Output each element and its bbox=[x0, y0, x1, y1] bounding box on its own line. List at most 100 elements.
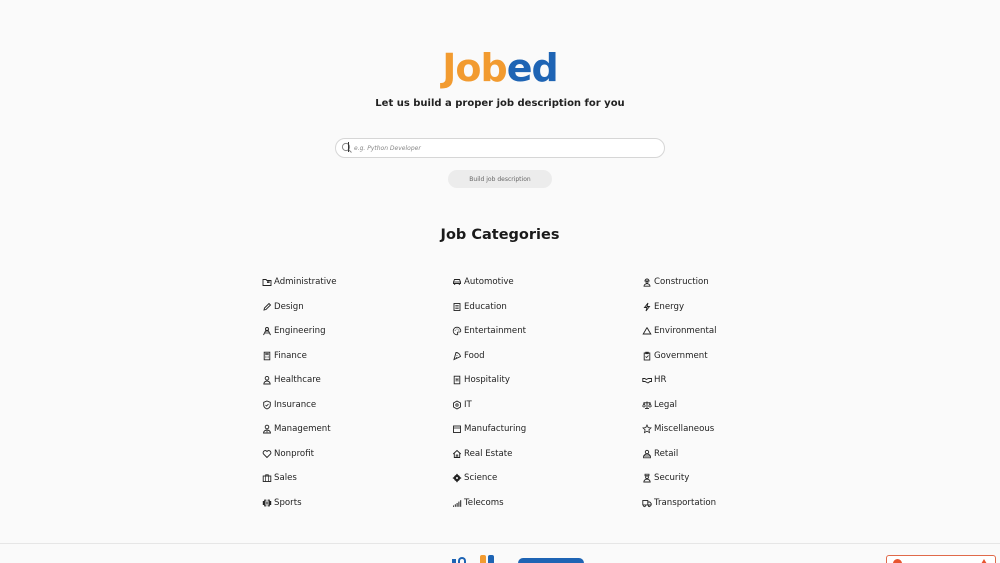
category-finance[interactable]: Finance bbox=[262, 348, 452, 364]
job-title-input[interactable] bbox=[354, 141, 654, 155]
category-label: Food bbox=[464, 350, 485, 361]
footer-logo-mark-b bbox=[458, 557, 466, 563]
folder-icon bbox=[262, 279, 272, 286]
category-energy[interactable]: Energy bbox=[642, 299, 792, 315]
category-label: Healthcare bbox=[274, 375, 321, 385]
footer-logo[interactable] bbox=[452, 555, 512, 563]
category-label: IT bbox=[464, 399, 472, 410]
food-icon bbox=[453, 351, 462, 360]
category-label: Energy bbox=[654, 301, 685, 312]
search-box[interactable] bbox=[335, 138, 665, 158]
category-sports[interactable]: Sports bbox=[262, 495, 452, 511]
category-transportation[interactable]: Transportation bbox=[642, 495, 792, 511]
category-label: Real Estate bbox=[464, 448, 513, 459]
bolt-icon bbox=[643, 302, 651, 311]
category-nonprofit[interactable]: Nonprofit bbox=[262, 446, 452, 462]
category-engineering[interactable]: Engineering bbox=[262, 323, 452, 339]
category-label: Sports bbox=[274, 497, 302, 508]
handshake-icon bbox=[642, 378, 652, 384]
tagline: Let us build a proper job description fo… bbox=[375, 98, 625, 109]
category-environmental[interactable]: Environmental bbox=[642, 323, 792, 339]
guard-icon bbox=[643, 473, 651, 483]
category-real-estate[interactable]: Real Estate bbox=[452, 446, 642, 462]
category-sales[interactable]: Sales bbox=[262, 470, 452, 486]
category-label: Security bbox=[654, 473, 690, 483]
logo-part-ed: ed bbox=[506, 46, 559, 90]
pencil-icon bbox=[263, 302, 272, 311]
category-label: Sales bbox=[274, 473, 297, 483]
category-security[interactable]: Security bbox=[642, 470, 792, 486]
footer-button[interactable] bbox=[518, 558, 584, 563]
category-label: Construction bbox=[654, 277, 709, 287]
shield-check-icon bbox=[263, 400, 271, 409]
category-label: Entertainment bbox=[464, 326, 527, 336]
factory-icon bbox=[453, 425, 461, 433]
svg-text:H: H bbox=[455, 377, 458, 382]
scale-icon bbox=[642, 401, 652, 409]
category-retail[interactable]: Retail bbox=[642, 446, 792, 462]
category-legal[interactable]: Legal bbox=[642, 397, 792, 413]
category-label: Government bbox=[654, 350, 708, 361]
house-icon bbox=[452, 449, 462, 458]
category-entertainment[interactable]: Entertainment bbox=[452, 323, 642, 339]
category-label: Administrative bbox=[274, 277, 337, 287]
category-it[interactable]: IT bbox=[452, 397, 642, 413]
category-label: Nonprofit bbox=[274, 448, 314, 459]
category-label: Insurance bbox=[274, 399, 317, 410]
category-telecoms[interactable]: Telecoms bbox=[452, 495, 642, 511]
category-label: Legal bbox=[654, 399, 678, 410]
category-label: Science bbox=[464, 473, 498, 483]
jobed-logo[interactable]: Jobed bbox=[0, 44, 1000, 92]
user-icon bbox=[263, 375, 271, 385]
category-label: Hospitality bbox=[464, 375, 510, 385]
engineer-icon bbox=[263, 327, 271, 336]
category-management[interactable]: Management bbox=[262, 421, 452, 437]
upvote-arrow-icon bbox=[981, 559, 987, 563]
category-education[interactable]: Education bbox=[452, 299, 642, 315]
truck-icon bbox=[642, 499, 652, 507]
recycle-icon bbox=[642, 327, 652, 335]
hexagon-icon bbox=[453, 399, 461, 410]
manager-icon bbox=[263, 424, 271, 434]
category-label: Automotive bbox=[464, 277, 514, 287]
category-hospitality[interactable]: H Hospitality bbox=[452, 372, 642, 388]
footer-divider bbox=[0, 543, 1000, 544]
category-label: Retail bbox=[654, 448, 679, 459]
logo-part-job: Job bbox=[442, 46, 507, 90]
category-design[interactable]: Design bbox=[262, 299, 452, 315]
star-icon bbox=[642, 424, 652, 434]
category-construction[interactable]: Construction bbox=[642, 274, 792, 290]
text-caret bbox=[348, 142, 349, 152]
briefcase-icon bbox=[262, 474, 272, 482]
featured-badge[interactable] bbox=[886, 555, 996, 563]
heart-icon bbox=[262, 449, 272, 458]
category-food[interactable]: Food bbox=[452, 348, 642, 364]
footer-logo-mark-a bbox=[452, 559, 456, 563]
category-label: Manufacturing bbox=[464, 424, 527, 434]
category-manufacturing[interactable]: Manufacturing bbox=[452, 421, 642, 437]
categories-grid: Administrative Automotive Construction D… bbox=[262, 274, 792, 519]
category-science[interactable]: Science bbox=[452, 470, 642, 486]
category-automotive[interactable]: Automotive bbox=[452, 274, 642, 290]
worker-icon bbox=[643, 278, 651, 287]
footer-logo-mark-d bbox=[488, 555, 494, 563]
category-label: Telecoms bbox=[464, 497, 504, 508]
build-job-description-button[interactable]: Build job description bbox=[448, 170, 552, 188]
category-administrative[interactable]: Administrative bbox=[262, 274, 452, 290]
job-categories-title: Job Categories bbox=[440, 227, 560, 243]
clipboard-icon bbox=[643, 351, 651, 360]
category-insurance[interactable]: Insurance bbox=[262, 397, 452, 413]
category-healthcare[interactable]: Healthcare bbox=[262, 372, 452, 388]
category-hr[interactable]: HR bbox=[642, 372, 792, 388]
signal-icon bbox=[453, 499, 462, 507]
hotel-icon: H bbox=[453, 375, 461, 385]
category-government[interactable]: Government bbox=[642, 348, 792, 364]
footer-logo-mark-c bbox=[480, 555, 486, 563]
category-miscellaneous[interactable]: Miscellaneous bbox=[642, 421, 792, 437]
featured-logo-icon bbox=[893, 559, 902, 563]
category-label: HR bbox=[654, 375, 667, 385]
category-label: Transportation bbox=[654, 497, 717, 508]
atom-icon bbox=[452, 473, 462, 483]
car-icon bbox=[453, 279, 461, 285]
category-label: Miscellaneous bbox=[654, 424, 715, 434]
